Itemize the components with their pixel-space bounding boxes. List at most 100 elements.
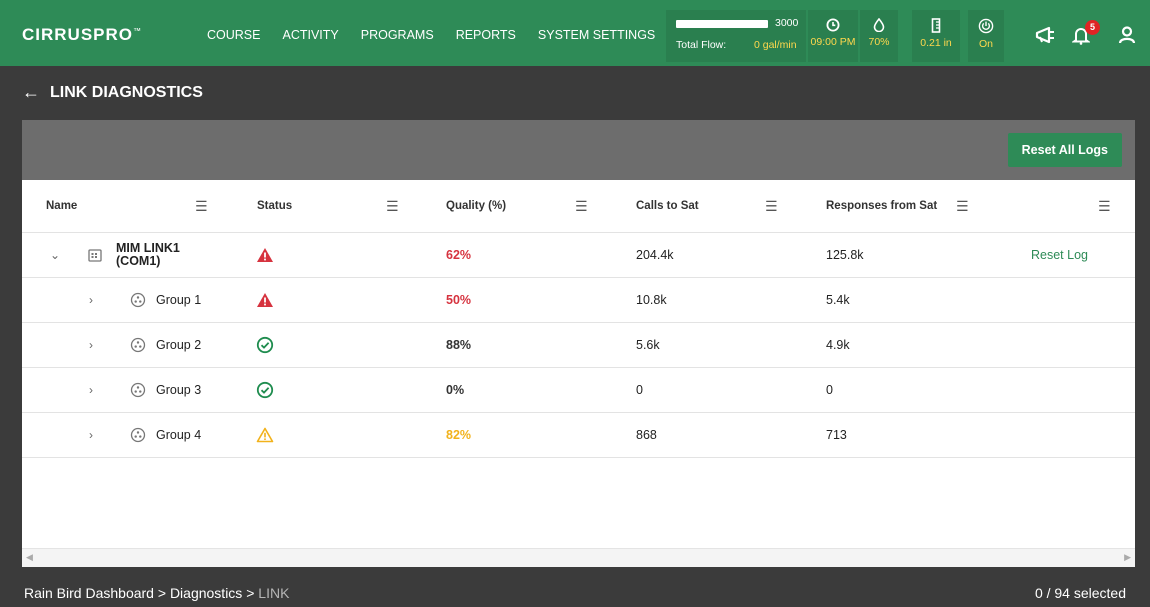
column-menu-icon[interactable]: ☰ (386, 198, 399, 215)
panel-toolbar: Reset All Logs (22, 120, 1135, 180)
power-widget[interactable]: On (968, 10, 1004, 62)
calls-value: 10.8k (636, 293, 667, 307)
table-header-row: Name ☰ Status ☰ Quality (%) ☰ Calls to S… (22, 180, 1135, 233)
flow-label: Total Flow: (676, 39, 727, 51)
group-name: Group 3 (156, 383, 202, 397)
app-logo[interactable]: CIRRUSPRO™ (22, 25, 142, 45)
footer-bar: Rain Bird Dashboard > Diagnostics > LINK… (0, 567, 1150, 607)
notification-badge: 5 (1085, 20, 1100, 35)
humidity-value: 70% (868, 36, 890, 48)
group-icon (130, 368, 146, 412)
back-arrow-icon[interactable]: ← (22, 82, 40, 103)
nav-activity[interactable]: ACTIVITY (282, 28, 338, 42)
time-widget[interactable]: 09:00 PM (808, 10, 858, 62)
main-nav: COURSE ACTIVITY PROGRAMS REPORTS SYSTEM … (207, 28, 677, 42)
reset-all-logs-button[interactable]: Reset All Logs (1007, 133, 1122, 167)
breadcrumb-separator: > (246, 585, 255, 601)
flow-level-bar (676, 20, 768, 28)
page-header: ← LINK DIAGNOSTICS (22, 82, 203, 103)
flow-value: 0 gal/min (754, 39, 797, 51)
calls-value: 868 (636, 428, 657, 442)
column-menu-icon[interactable]: ☰ (765, 198, 778, 215)
rain-value: 0.21 in (920, 37, 952, 49)
power-icon (978, 18, 994, 34)
scroll-left-icon[interactable]: ◀ (26, 552, 33, 563)
responses-value: 5.4k (826, 293, 850, 307)
breadcrumb-separator: > (157, 585, 167, 601)
responses-value: 713 (826, 428, 847, 442)
column-menu-icon[interactable]: ☰ (956, 198, 969, 215)
logo-tm: ™ (133, 26, 143, 36)
water-drop-icon (873, 18, 885, 32)
nav-reports[interactable]: REPORTS (456, 28, 516, 42)
quality-value: 82% (446, 428, 472, 442)
header-name[interactable]: Name (46, 180, 77, 232)
header-quality[interactable]: Quality (%) (446, 180, 506, 232)
expand-chevron-icon[interactable]: › (89, 413, 93, 457)
header-calls[interactable]: Calls to Sat (636, 180, 699, 232)
breadcrumb-current: LINK (258, 585, 290, 601)
table-row-link[interactable]: ⌄ MIM LINK1 (COM1) 62% 204.4k 125.8k Res… (22, 233, 1135, 278)
nav-programs[interactable]: PROGRAMS (361, 28, 434, 42)
expand-chevron-icon[interactable]: › (89, 368, 93, 412)
warning-status-icon (256, 413, 274, 457)
ok-status-icon (256, 323, 274, 367)
group-icon (130, 413, 146, 457)
breadcrumb-diagnostics[interactable]: Diagnostics (170, 585, 242, 601)
responses-value: 4.9k (826, 338, 850, 352)
logo-text: CIRRUS (22, 25, 94, 44)
ok-status-icon (256, 368, 274, 412)
header-responses[interactable]: Responses from Sat (826, 180, 937, 232)
device-icon (88, 233, 102, 277)
quality-value: 88% (446, 338, 472, 352)
reset-log-link[interactable]: Reset Log (1031, 233, 1088, 277)
collapse-chevron-icon[interactable]: ⌄ (50, 233, 60, 277)
calls-value: 204.4k (636, 248, 674, 262)
error-status-icon (256, 233, 274, 277)
expand-chevron-icon[interactable]: › (89, 323, 93, 367)
time-value: 09:00 PM (810, 36, 856, 48)
table-row-group[interactable]: › Group 2 88% 5.6k 4.9k (22, 323, 1135, 368)
responses-value: 125.8k (826, 248, 864, 262)
top-nav-bar: CIRRUSPRO™ COURSE ACTIVITY PROGRAMS REPO… (0, 0, 1150, 66)
diagnostics-table: Name ☰ Status ☰ Quality (%) ☰ Calls to S… (22, 180, 1135, 458)
nav-system-settings[interactable]: SYSTEM SETTINGS (538, 28, 655, 42)
header-status[interactable]: Status (257, 180, 292, 232)
column-menu-icon[interactable]: ☰ (575, 198, 588, 215)
group-name: Group 1 (156, 293, 202, 307)
table-row-group[interactable]: › Group 4 82% 868 713 (22, 413, 1135, 458)
error-status-icon (256, 278, 274, 322)
link-name: MIM LINK1 (COM1) (116, 233, 180, 277)
user-icon[interactable] (1118, 26, 1136, 44)
quality-value: 0% (446, 383, 465, 397)
clock-icon (826, 18, 840, 32)
rain-gauge-icon (931, 18, 941, 33)
megaphone-icon[interactable] (1035, 26, 1057, 44)
calls-value: 5.6k (636, 338, 660, 352)
group-icon (130, 278, 146, 322)
selection-count: 0 / 94 selected (1034, 585, 1126, 601)
responses-value: 0 (826, 383, 833, 397)
nav-course[interactable]: COURSE (207, 28, 260, 42)
expand-chevron-icon[interactable]: › (89, 278, 93, 322)
logo-pro-text: PRO (93, 25, 134, 44)
page-title: LINK DIAGNOSTICS (50, 83, 203, 101)
quality-value: 50% (446, 293, 472, 307)
breadcrumb-dashboard[interactable]: Rain Bird Dashboard (24, 585, 154, 601)
column-menu-icon[interactable]: ☰ (195, 198, 208, 215)
calls-value: 0 (636, 383, 643, 397)
breadcrumb: Rain Bird Dashboard > Diagnostics > LINK (24, 585, 289, 601)
group-name: Group 2 (156, 338, 202, 352)
column-menu-icon[interactable]: ☰ (1098, 198, 1111, 215)
group-icon (130, 323, 146, 367)
rain-widget[interactable]: 0.21 in (912, 10, 960, 62)
group-name: Group 4 (156, 428, 202, 442)
scroll-right-icon[interactable]: ▶ (1124, 552, 1131, 563)
humidity-widget[interactable]: 70% (860, 10, 898, 62)
total-flow-widget[interactable]: 3000 Total Flow: 0 gal/min (666, 10, 806, 62)
table-row-group[interactable]: › Group 3 0% 0 0 (22, 368, 1135, 413)
horizontal-scrollbar[interactable]: ◀ ▶ (22, 548, 1135, 567)
flow-max: 3000 (775, 17, 799, 29)
table-row-group[interactable]: › Group 1 50% 10.8k 5.4k (22, 278, 1135, 323)
diagnostics-panel: Reset All Logs Name ☰ Status ☰ Quality (… (22, 120, 1135, 567)
